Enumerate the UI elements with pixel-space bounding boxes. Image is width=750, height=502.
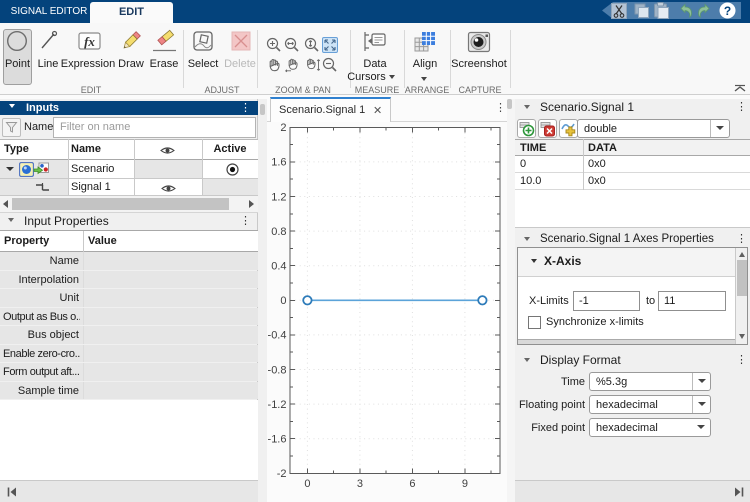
svg-text:1.2: 1.2: [271, 191, 286, 203]
svg-text:0: 0: [304, 478, 310, 490]
svg-text:6: 6: [409, 478, 415, 490]
svg-text:-2: -2: [277, 468, 287, 480]
svg-text:?: ?: [724, 4, 731, 18]
svg-text:2: 2: [280, 122, 286, 134]
svg-text:0.4: 0.4: [271, 261, 286, 273]
svg-text:-1.2: -1.2: [268, 399, 287, 411]
svg-text:fx: fx: [84, 34, 95, 49]
svg-text:9: 9: [462, 478, 468, 490]
svg-text:-0.4: -0.4: [268, 330, 287, 342]
svg-text:3: 3: [357, 478, 363, 490]
svg-text:1.6: 1.6: [271, 157, 286, 169]
svg-text:-0.8: -0.8: [268, 364, 287, 376]
svg-text:-1.6: -1.6: [268, 434, 287, 446]
svg-text:0: 0: [280, 295, 286, 307]
svg-text:0.8: 0.8: [271, 226, 286, 238]
